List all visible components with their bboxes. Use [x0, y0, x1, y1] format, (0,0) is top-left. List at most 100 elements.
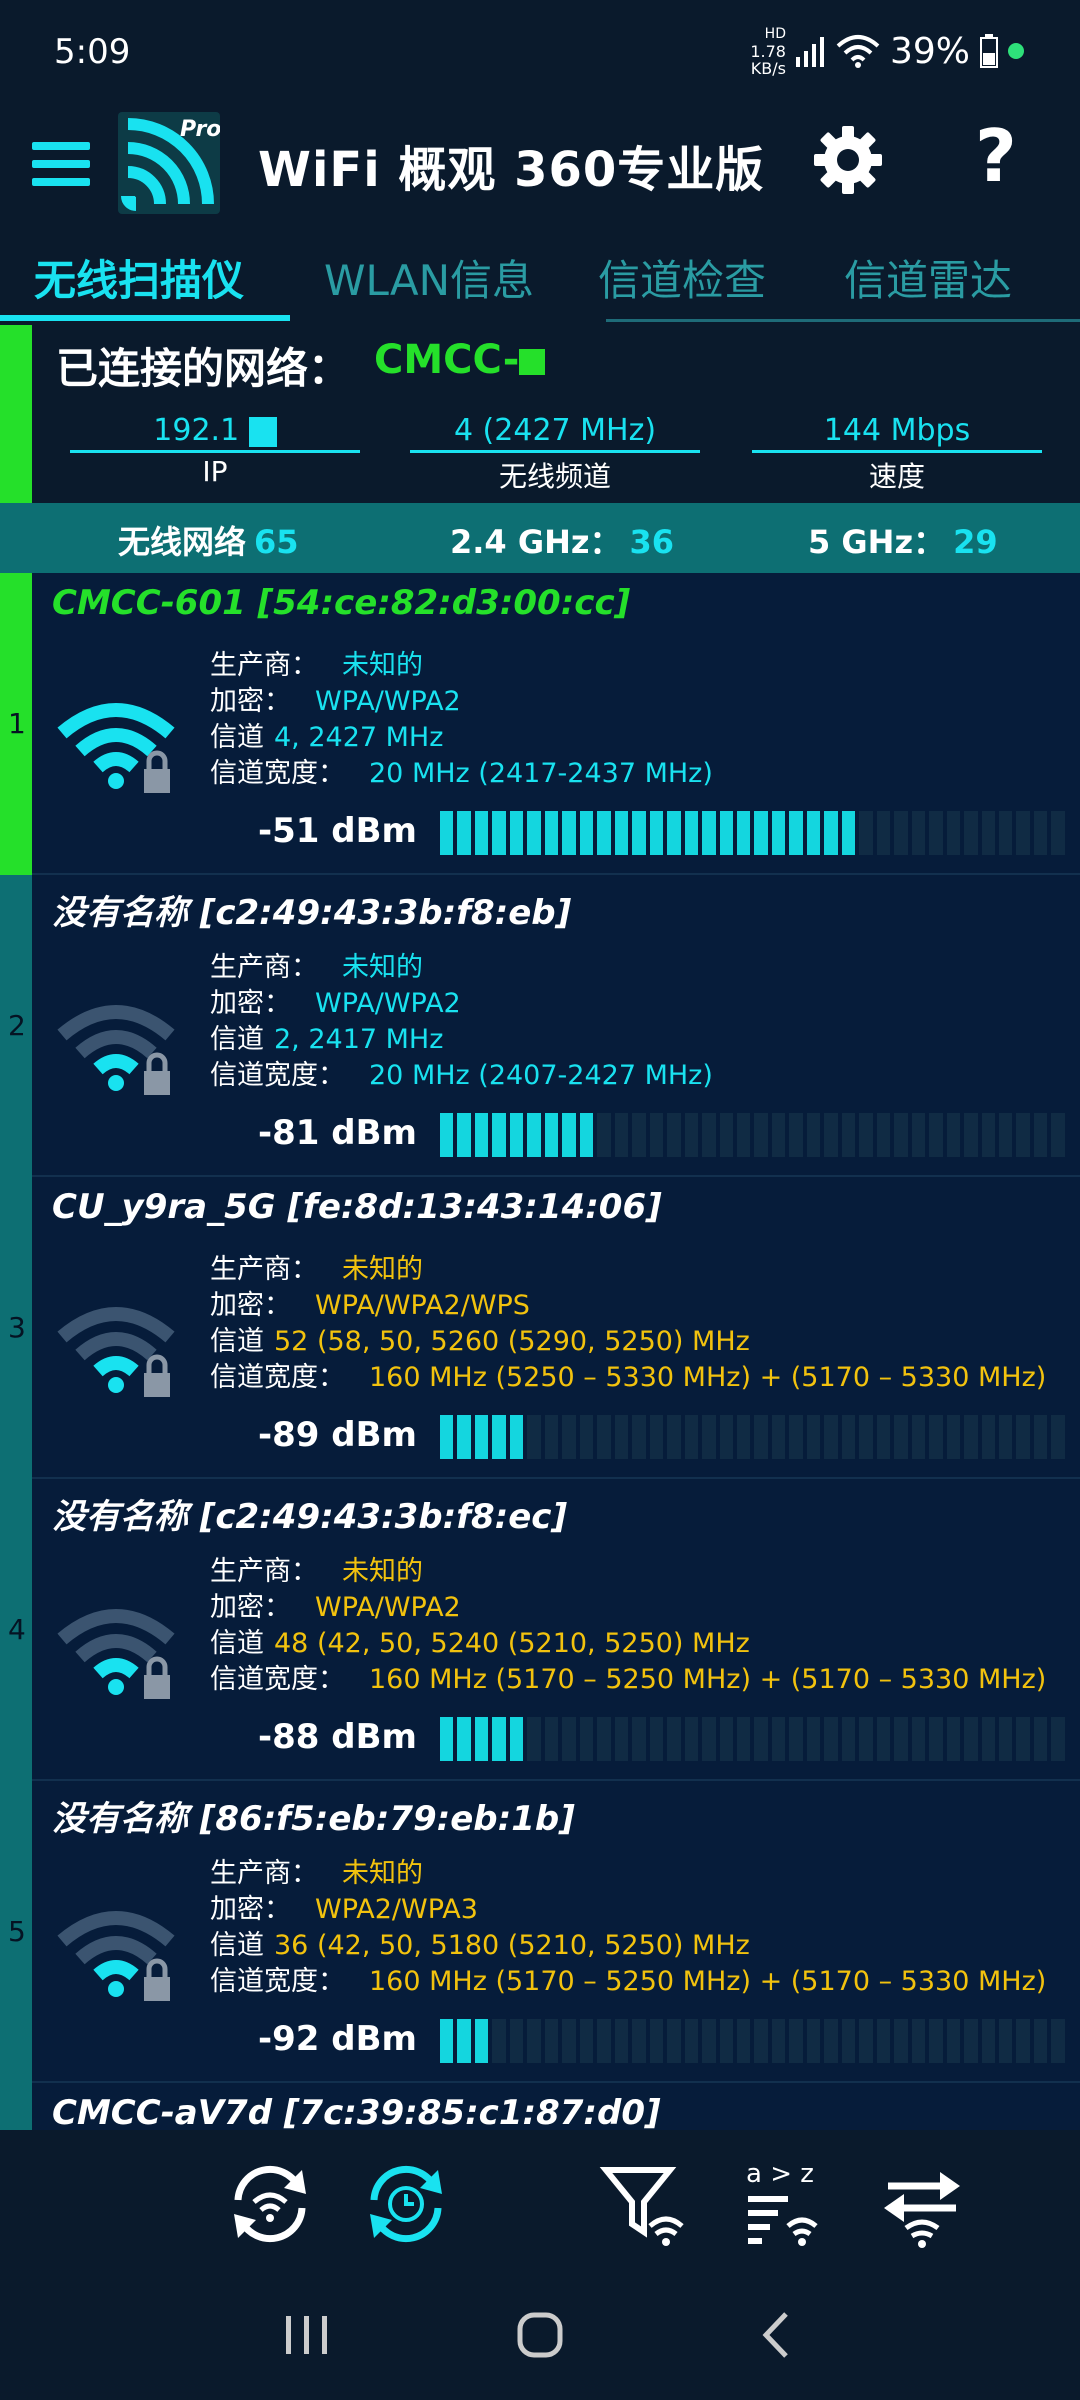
- ip-caption: IP: [202, 455, 228, 488]
- signal-segment: [562, 811, 576, 855]
- wifi-refresh-icon[interactable]: [222, 2156, 318, 2252]
- signal-segment: [999, 1717, 1013, 1761]
- recent-apps-icon[interactable]: [282, 2310, 334, 2360]
- network-list-item[interactable]: 5 没有名称 [86:f5:eb:79:eb:1b] 生产商： 未知的 加密： WPA2/…: [0, 1781, 1080, 2085]
- signal-segment: [667, 2019, 681, 2063]
- network-name: CMCC-601 [54:ce:82:d3:00:cc]: [52, 583, 631, 623]
- network-speed-value: 1.78 KB/s: [750, 41, 786, 78]
- system-nav-bar: [0, 2280, 1080, 2400]
- gear-icon[interactable]: [812, 124, 884, 196]
- signal-segment: [1051, 2019, 1065, 2063]
- logo-pro-badge: Pro: [180, 117, 220, 142]
- vendor-row: 生产商： 未知的: [210, 1858, 423, 1889]
- tab-active-indicator: [0, 315, 290, 321]
- signal-segment: [544, 1717, 559, 1761]
- back-icon[interactable]: [752, 2310, 804, 2360]
- network-list[interactable]: 1 CMCC-601 [54:ce:82:d3:00:cc] 生产商： 未知的 加密： W…: [0, 573, 1080, 2130]
- signal-segment: [964, 811, 978, 855]
- signal-segment: [579, 1717, 594, 1761]
- signal-segment: [1051, 1717, 1065, 1761]
- tab-wlan-info[interactable]: WLAN信息: [324, 247, 534, 308]
- signal-dbm: -88 dBm: [258, 1717, 417, 1757]
- vendor-row: 生产商： 未知的: [210, 952, 423, 983]
- hd-badge: HD: [764, 25, 786, 42]
- network-list-item[interactable]: 1 CMCC-601 [54:ce:82:d3:00:cc] 生产商： 未知的 加密： W…: [0, 573, 1080, 877]
- signal-segment: [579, 2019, 594, 2063]
- network-name: 没有名称 [86:f5:eb:79:eb:1b]: [52, 1799, 575, 1839]
- tab-wireless-scanner[interactable]: 无线扫描仪: [34, 247, 244, 308]
- network-list-item[interactable]: 2 没有名称 [c2:49:43:3b:f8:eb] 生产商： 未知的 加密： WPA/W…: [0, 875, 1080, 1179]
- signal-segment: [736, 2019, 751, 2063]
- network-list-item[interactable]: 3 CU_y9ra_5G [fe:8d:13:43:14:06] 生产商： 未知的 加密…: [0, 1177, 1080, 1481]
- wifi-filter-icon[interactable]: [598, 2156, 694, 2252]
- signal-segment: [946, 1415, 961, 1459]
- status-icons: HD 1.78 KB/s 39%: [750, 25, 1024, 78]
- signal-segment: [859, 1415, 873, 1459]
- signal-segment: [614, 811, 629, 855]
- signal-segment: [614, 1113, 629, 1157]
- signal-segment: [1016, 1113, 1030, 1157]
- wifi-lock-icon: [57, 1911, 175, 2001]
- signal-bar: [440, 2019, 1065, 2063]
- signal-segment: [544, 1415, 559, 1459]
- signal-segment: [841, 1113, 856, 1157]
- network-summary: 无线网络 65 2.4 GHz： 36 5 GHz： 29: [0, 503, 1080, 573]
- signal-segment: [649, 1113, 664, 1157]
- signal-segment: [841, 1415, 856, 1459]
- home-icon[interactable]: [514, 2310, 566, 2360]
- swap-icon[interactable]: [874, 2156, 970, 2252]
- signal-dbm: -51 dBm: [258, 811, 417, 851]
- signal-segment: [964, 1113, 978, 1157]
- help-icon[interactable]: ?: [975, 114, 1017, 198]
- signal-segment: [509, 1717, 524, 1761]
- network-name: 没有名称 [c2:49:43:3b:f8:eb]: [52, 893, 572, 933]
- signal-segment: [771, 1415, 786, 1459]
- signal-segment: [527, 811, 541, 855]
- signal-segment: [440, 2019, 454, 2063]
- signal-segment: [719, 1415, 733, 1459]
- network-index: 4: [8, 1613, 26, 1646]
- sort-az-icon[interactable]: a > z: [736, 2156, 832, 2252]
- signal-segment: [1016, 1717, 1030, 1761]
- signal-segment: [876, 1415, 891, 1459]
- signal-segment: [771, 1717, 786, 1761]
- signal-segment: [929, 811, 943, 855]
- signal-segment: [946, 2019, 961, 2063]
- network-list-item[interactable]: 6CMCC-aV7d [7c:39:85:c1:87:d0]: [0, 2083, 1080, 2130]
- channel-row: 信道 4, 2427 MHz: [210, 722, 444, 753]
- channel-row: 信道 2, 2417 MHz: [210, 1024, 444, 1055]
- signal-segment: [1051, 1415, 1065, 1459]
- network-list-item[interactable]: 4 没有名称 [c2:49:43:3b:f8:ec] 生产商： 未知的 加密： WPA/W…: [0, 1479, 1080, 1783]
- security-row: 加密： WPA/WPA2/WPS: [210, 1290, 530, 1321]
- signal-dbm: -89 dBm: [258, 1415, 417, 1455]
- signal-segment: [702, 811, 716, 855]
- network-index: 2: [8, 1009, 26, 1042]
- signal-segment: [771, 811, 786, 855]
- signal-segment: [981, 2019, 995, 2063]
- signal-segment: [544, 1113, 559, 1157]
- auto-refresh-timer-icon[interactable]: [358, 2156, 454, 2252]
- tab-channel-radar[interactable]: 信道雷达: [844, 247, 1012, 308]
- signal-segment: [981, 1113, 995, 1157]
- signal-segment: [667, 1113, 681, 1157]
- signal-segment: [824, 1415, 838, 1459]
- signal-segment: [789, 1113, 803, 1157]
- signal-segment: [806, 2019, 821, 2063]
- connected-network-panel: 已连接的网络： CMCC- 192.1 IP 4 (2427 MHz) 无线频道…: [0, 325, 1080, 503]
- signal-dbm: -92 dBm: [258, 2019, 417, 2059]
- signal-segment: [649, 2019, 664, 2063]
- signal-segment: [736, 811, 751, 855]
- signal-segment: [632, 2019, 646, 2063]
- signal-segment: [771, 2019, 786, 2063]
- signal-segment: [440, 1113, 454, 1157]
- signal-segment: [579, 1113, 594, 1157]
- signal-segment: [911, 1113, 926, 1157]
- app-logo: Pro: [118, 112, 221, 214]
- network-name: CU_y9ra_5G [fe:8d:13:43:14:06]: [52, 1187, 662, 1227]
- menu-icon[interactable]: [32, 142, 90, 186]
- tab-channel-check[interactable]: 信道检查: [598, 247, 766, 308]
- wifi-lock-icon: [57, 1609, 175, 1699]
- signal-segment: [929, 1113, 943, 1157]
- signal-bar: [440, 1415, 1065, 1459]
- signal-segment: [964, 1717, 978, 1761]
